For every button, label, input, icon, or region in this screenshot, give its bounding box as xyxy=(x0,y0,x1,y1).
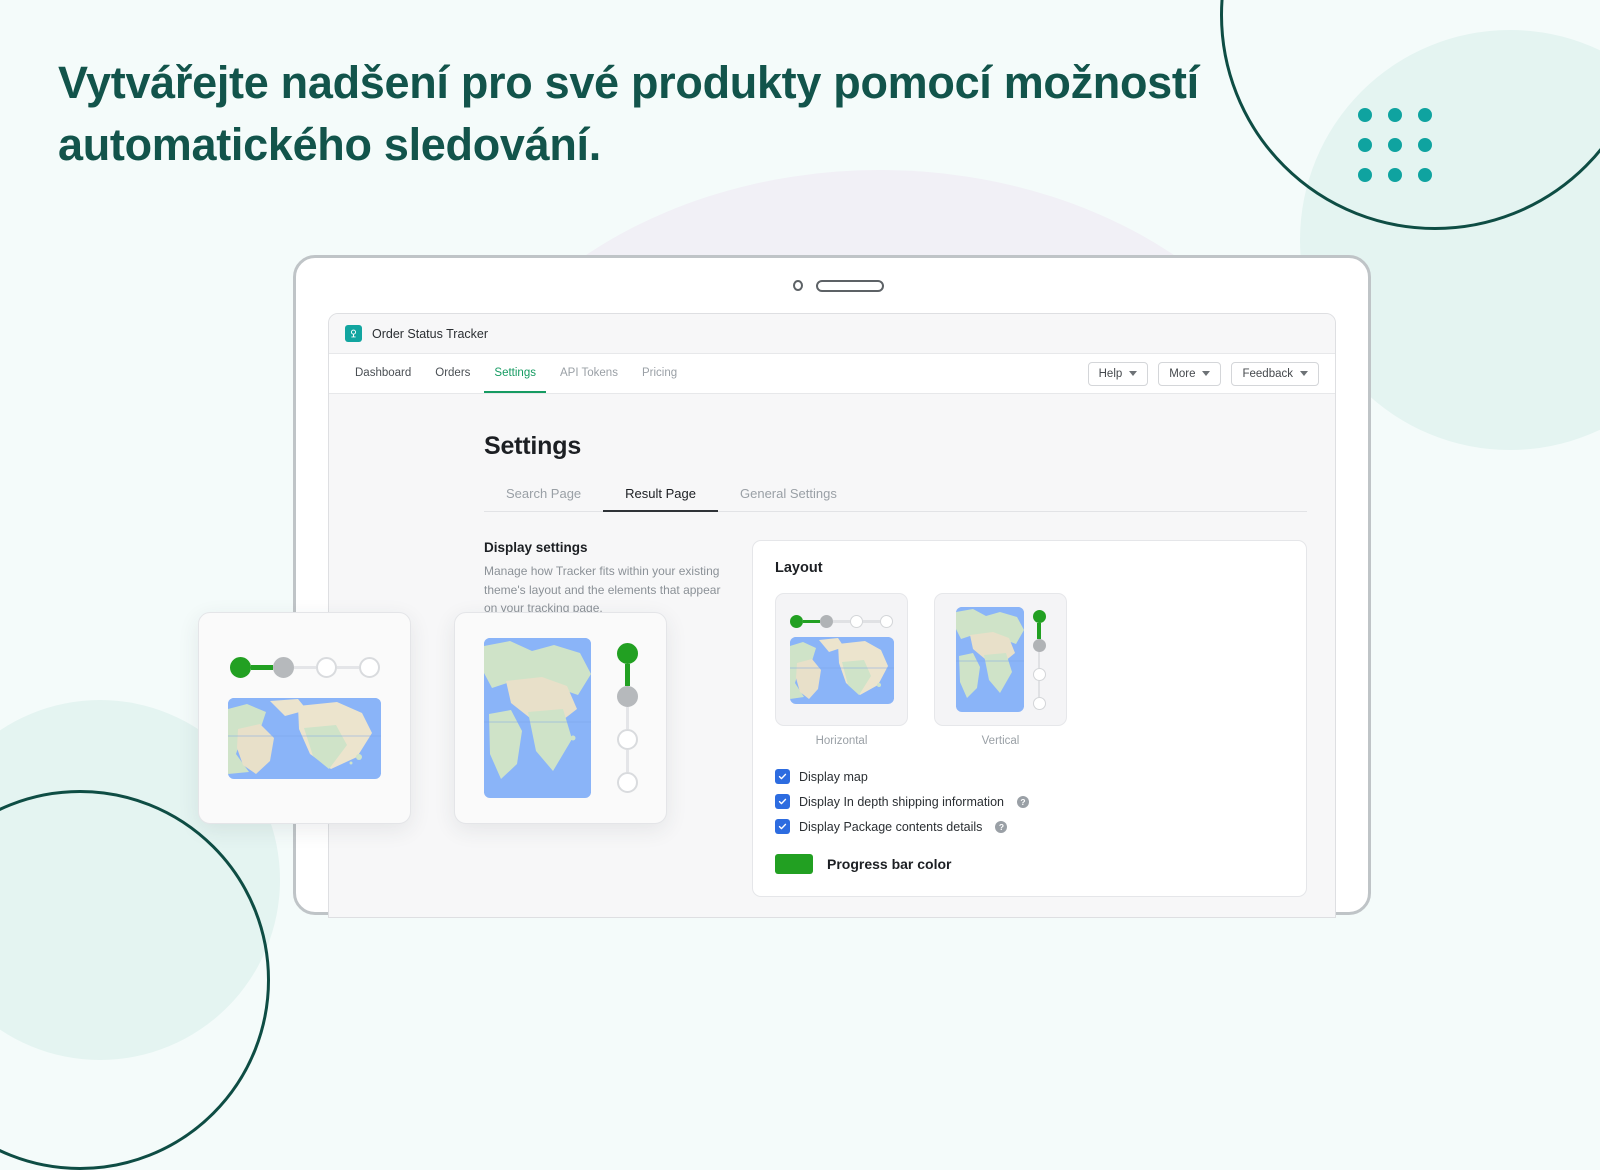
step-node xyxy=(616,686,638,707)
help-button-label: Help xyxy=(1098,367,1123,380)
speaker-slot xyxy=(816,280,884,292)
display-map-label: Display map xyxy=(799,769,868,784)
step-node xyxy=(1032,696,1046,710)
progress-bar-color-label: Progress bar color xyxy=(827,856,952,872)
checkbox-row-display-map[interactable]: Display map xyxy=(775,769,1284,784)
step-node xyxy=(850,615,864,628)
step-bar xyxy=(624,664,630,686)
step-bar xyxy=(625,750,629,772)
vertical-layout-preview xyxy=(454,612,667,824)
display-shipping-info-label: Display In depth shipping information xyxy=(799,794,1004,809)
display-shipping-info-checkbox[interactable] xyxy=(775,794,790,809)
step-bar xyxy=(1037,680,1041,697)
nav-item-settings[interactable]: Settings xyxy=(484,354,546,393)
nav-item-api-tokens[interactable]: API Tokens xyxy=(550,354,628,393)
checkbox-row-package-contents[interactable]: Display Package contents details ? xyxy=(775,819,1284,834)
decorative-ring-bottom-left xyxy=(0,790,270,1170)
step-bar xyxy=(1037,651,1041,668)
more-button[interactable]: More xyxy=(1158,361,1222,386)
display-settings-title: Display settings xyxy=(484,540,588,555)
horizontal-steps-indicator xyxy=(789,615,894,628)
display-map-checkbox[interactable] xyxy=(775,769,790,784)
step-node xyxy=(880,615,894,628)
feedback-button-label: Feedback xyxy=(1242,367,1293,380)
preview-map-vertical xyxy=(483,638,591,798)
page-headline: Vytvářejte nadšení pro své produkty pomo… xyxy=(58,57,1199,171)
layout-option-horizontal[interactable]: Horizontal xyxy=(775,593,908,747)
layout-option-vertical[interactable]: Vertical xyxy=(934,593,1067,747)
nav-items: Dashboard Orders Settings API Tokens Pri… xyxy=(345,354,687,393)
step-node xyxy=(789,615,803,628)
progress-bar-color-swatch[interactable] xyxy=(775,854,813,874)
map-thumbnail xyxy=(955,607,1024,712)
feedback-button[interactable]: Feedback xyxy=(1231,361,1319,386)
horizontal-thumbnail[interactable] xyxy=(775,593,908,726)
more-button-label: More xyxy=(1169,367,1196,380)
nav-item-pricing[interactable]: Pricing xyxy=(632,354,687,393)
preview-horizontal-steps xyxy=(229,657,380,678)
camera-icon xyxy=(793,280,803,291)
nav-item-dashboard[interactable]: Dashboard xyxy=(345,354,421,393)
app-title: Order Status Tracker xyxy=(372,326,489,341)
help-button[interactable]: Help xyxy=(1087,361,1149,386)
layout-caption-horizontal: Horizontal xyxy=(815,735,868,747)
preview-vertical-steps xyxy=(616,643,638,793)
nav-item-orders[interactable]: Orders xyxy=(425,354,480,393)
step-bar xyxy=(863,620,881,623)
chevron-down-icon xyxy=(1129,371,1138,376)
step-node xyxy=(358,657,380,678)
tab-general-settings[interactable]: General Settings xyxy=(718,477,859,512)
chevron-down-icon xyxy=(1300,371,1308,376)
tab-result-page[interactable]: Result Page xyxy=(603,477,718,512)
step-node xyxy=(272,657,294,678)
page-title: Settings xyxy=(484,432,582,460)
display-package-contents-label: Display Package contents details xyxy=(799,819,983,834)
horizontal-layout-preview xyxy=(198,612,411,824)
step-node xyxy=(1032,609,1046,623)
step-node xyxy=(819,615,833,628)
step-node xyxy=(1032,667,1046,681)
step-bar xyxy=(250,665,273,670)
layout-caption-vertical: Vertical xyxy=(981,735,1020,747)
help-circle-icon[interactable]: ? xyxy=(995,820,1008,833)
step-node xyxy=(229,657,251,678)
step-node xyxy=(616,729,638,750)
display-options-list: Display map Display In depth shipping in… xyxy=(775,769,1284,834)
checkbox-row-shipping-info[interactable]: Display In depth shipping information ? xyxy=(775,794,1284,809)
settings-tabs: Search Page Result Page General Settings xyxy=(484,477,1307,512)
step-node xyxy=(315,657,337,678)
app-navbar: Dashboard Orders Settings API Tokens Pri… xyxy=(329,354,1335,394)
layout-card: Layout Horizontal Vertical Display map D… xyxy=(752,540,1307,897)
layout-options: Horizontal Vertical xyxy=(775,593,1284,747)
vertical-steps-indicator xyxy=(1032,609,1046,710)
display-settings-description: Manage how Tracker fits within your exis… xyxy=(484,564,721,616)
nav-buttons: Help More Feedback xyxy=(1087,354,1319,393)
tab-search-page[interactable]: Search Page xyxy=(484,477,603,512)
step-bar xyxy=(625,707,629,729)
help-circle-icon[interactable]: ? xyxy=(1016,795,1029,808)
step-bar xyxy=(1037,622,1041,639)
step-node xyxy=(616,772,638,793)
tracker-logo-icon xyxy=(345,325,362,342)
chevron-down-icon xyxy=(1202,371,1211,376)
preview-map-horizontal xyxy=(228,698,381,779)
step-node xyxy=(1032,638,1046,652)
step-bar xyxy=(802,619,820,624)
step-bar xyxy=(832,620,851,623)
display-package-contents-checkbox[interactable] xyxy=(775,819,790,834)
app-titlebar: Order Status Tracker xyxy=(329,314,1335,354)
decorative-dot-grid xyxy=(1358,108,1432,182)
progress-bar-color-row: Progress bar color xyxy=(775,854,1284,874)
step-bar xyxy=(293,666,316,669)
vertical-thumbnail[interactable] xyxy=(934,593,1067,726)
map-thumbnail xyxy=(789,637,894,704)
step-bar xyxy=(336,666,359,669)
layout-card-title: Layout xyxy=(775,560,823,576)
step-node xyxy=(616,643,638,664)
